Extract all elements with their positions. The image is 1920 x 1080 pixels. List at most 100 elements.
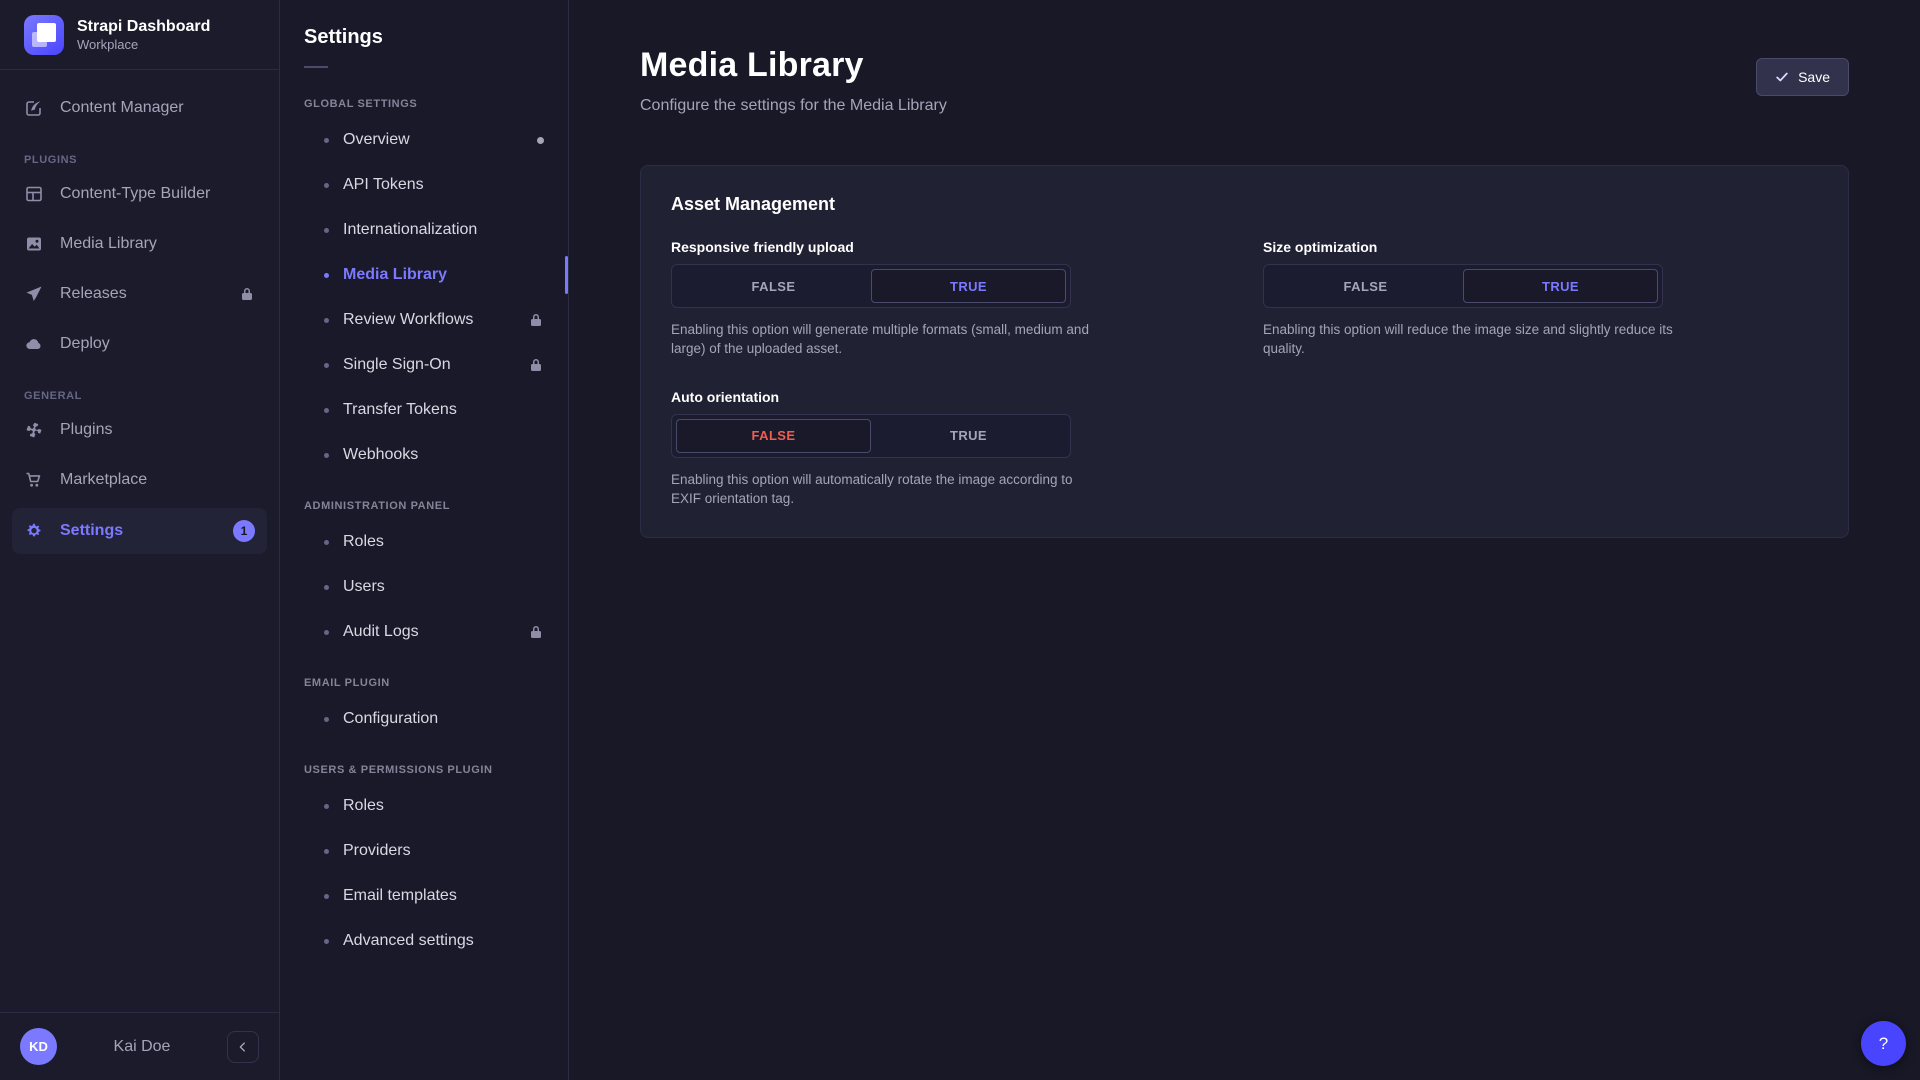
subnav-item-up-email-templates[interactable]: Email templates (304, 881, 544, 911)
sidebar-item-label: Deploy (60, 335, 110, 353)
field-size-optimization: Size optimization FALSE TRUE Enabling th… (1263, 239, 1743, 359)
bullet-icon (324, 585, 329, 590)
subnav-section-users-permissions-plugin: USERS & PERMISSIONS PLUGIN (304, 764, 544, 776)
sidebar-item-label: Content-Type Builder (60, 185, 210, 203)
subnav-item-internationalization[interactable]: Internationalization (304, 215, 544, 245)
toggle-option-false[interactable]: FALSE (1268, 269, 1463, 303)
subnav-item-email-configuration[interactable]: Configuration (304, 704, 544, 734)
bullet-icon (324, 717, 329, 722)
active-indicator-bar (565, 256, 568, 294)
sidebar-item-content-manager[interactable]: Content Manager (12, 86, 267, 130)
question-mark-icon: ? (1879, 1034, 1888, 1054)
sidebar-item-deploy[interactable]: Deploy (12, 322, 267, 366)
sidebar-section-general: GENERAL (24, 390, 255, 402)
sidebar-item-label: Marketplace (60, 471, 147, 489)
page-subtitle: Configure the settings for the Media Lib… (640, 97, 947, 115)
subnav-item-api-tokens[interactable]: API Tokens (304, 170, 544, 200)
toggle-option-false[interactable]: FALSE (676, 269, 871, 303)
lock-icon (528, 357, 544, 373)
brand-title: Strapi Dashboard (77, 17, 210, 37)
sidebar-collapse-button[interactable] (227, 1031, 259, 1063)
subnav-item-media-library[interactable]: Media Library (304, 260, 544, 290)
chevron-left-icon (236, 1040, 250, 1054)
subnav-item-webhooks[interactable]: Webhooks (304, 440, 544, 470)
sidebar-footer: KD Kai Doe (0, 1012, 279, 1080)
subnav-section-administration-panel: ADMINISTRATION PANEL (304, 500, 544, 512)
bullet-icon (324, 228, 329, 233)
cart-icon (24, 470, 44, 490)
settings-notification-badge: 1 (233, 520, 255, 542)
responsive-upload-toggle[interactable]: FALSE TRUE (671, 264, 1071, 308)
bullet-icon (324, 630, 329, 635)
subnav-section-global-settings: GLOBAL SETTINGS (304, 98, 544, 110)
subnav-title: Settings (304, 26, 544, 49)
subnav-item-admin-roles[interactable]: Roles (304, 527, 544, 557)
subnav-item-single-sign-on[interactable]: Single Sign-On (304, 350, 544, 380)
main-content: Media Library Configure the settings for… (569, 0, 1920, 1080)
sidebar-item-releases[interactable]: Releases (12, 272, 267, 316)
cloud-icon (24, 334, 44, 354)
check-icon (1775, 70, 1789, 84)
feather-pen-icon (24, 98, 44, 118)
asset-management-card: Asset Management Responsive friendly upl… (640, 165, 1849, 538)
strapi-logo-icon (24, 15, 64, 55)
divider (304, 66, 328, 68)
bullet-icon (324, 138, 329, 143)
toggle-option-true[interactable]: TRUE (871, 419, 1066, 453)
bullet-icon (324, 183, 329, 188)
subnav-item-review-workflows[interactable]: Review Workflows (304, 305, 544, 335)
sidebar-section-plugins: PLUGINS (24, 154, 255, 166)
bullet-icon (324, 939, 329, 944)
subnav-item-up-providers[interactable]: Providers (304, 836, 544, 866)
bullet-icon (324, 540, 329, 545)
field-responsive-friendly-upload: Responsive friendly upload FALSE TRUE En… (671, 239, 1151, 359)
toggle-option-true[interactable]: TRUE (871, 269, 1066, 303)
notification-dot-icon (537, 137, 544, 144)
settings-subnav: Settings GLOBAL SETTINGS Overview API To… (280, 0, 569, 1080)
field-label: Size optimization (1263, 239, 1743, 255)
lock-icon (528, 312, 544, 328)
field-description: Enabling this option will automatically … (671, 471, 1101, 509)
brand[interactable]: Strapi Dashboard Workplace (0, 0, 279, 69)
sidebar-item-plugins[interactable]: Plugins (12, 408, 267, 452)
subnav-item-up-roles[interactable]: Roles (304, 791, 544, 821)
subnav-item-overview[interactable]: Overview (304, 125, 544, 155)
subnav-section-email-plugin: EMAIL PLUGIN (304, 677, 544, 689)
sidebar-item-marketplace[interactable]: Marketplace (12, 458, 267, 502)
page-title: Media Library (640, 46, 947, 85)
toggle-option-true[interactable]: TRUE (1463, 269, 1658, 303)
sidebar-item-label: Media Library (60, 235, 157, 253)
field-auto-orientation: Auto orientation FALSE TRUE Enabling thi… (671, 389, 1151, 509)
subnav-item-transfer-tokens[interactable]: Transfer Tokens (304, 395, 544, 425)
bullet-icon (324, 804, 329, 809)
sidebar-item-content-type-builder[interactable]: Content-Type Builder (12, 172, 267, 216)
image-icon (24, 234, 44, 254)
field-description: Enabling this option will reduce the ima… (1263, 321, 1693, 359)
toggle-option-false[interactable]: FALSE (676, 419, 871, 453)
bullet-icon (324, 894, 329, 899)
sidebar-item-label: Plugins (60, 421, 112, 439)
field-label: Responsive friendly upload (671, 239, 1151, 255)
bullet-icon (324, 273, 329, 278)
user-name: Kai Doe (57, 1038, 227, 1056)
subnav-item-admin-users[interactable]: Users (304, 572, 544, 602)
sidebar-item-label: Releases (60, 285, 127, 303)
sidebar-item-media-library[interactable]: Media Library (12, 222, 267, 266)
lock-icon (239, 286, 255, 302)
user-avatar[interactable]: KD (20, 1028, 57, 1065)
sidebar-item-label: Settings (60, 522, 123, 540)
bullet-icon (324, 453, 329, 458)
sidebar-item-settings[interactable]: Settings 1 (12, 508, 267, 554)
save-button[interactable]: Save (1756, 58, 1849, 96)
help-button[interactable]: ? (1861, 1021, 1906, 1066)
puzzle-icon (24, 420, 44, 440)
bullet-icon (324, 318, 329, 323)
auto-orientation-toggle[interactable]: FALSE TRUE (671, 414, 1071, 458)
subnav-item-audit-logs[interactable]: Audit Logs (304, 617, 544, 647)
gear-icon (24, 521, 44, 541)
subnav-item-up-advanced-settings[interactable]: Advanced settings (304, 926, 544, 956)
bullet-icon (324, 408, 329, 413)
size-optimization-toggle[interactable]: FALSE TRUE (1263, 264, 1663, 308)
main-sidebar: Strapi Dashboard Workplace Content Manag… (0, 0, 280, 1080)
layout-grid-icon (24, 184, 44, 204)
